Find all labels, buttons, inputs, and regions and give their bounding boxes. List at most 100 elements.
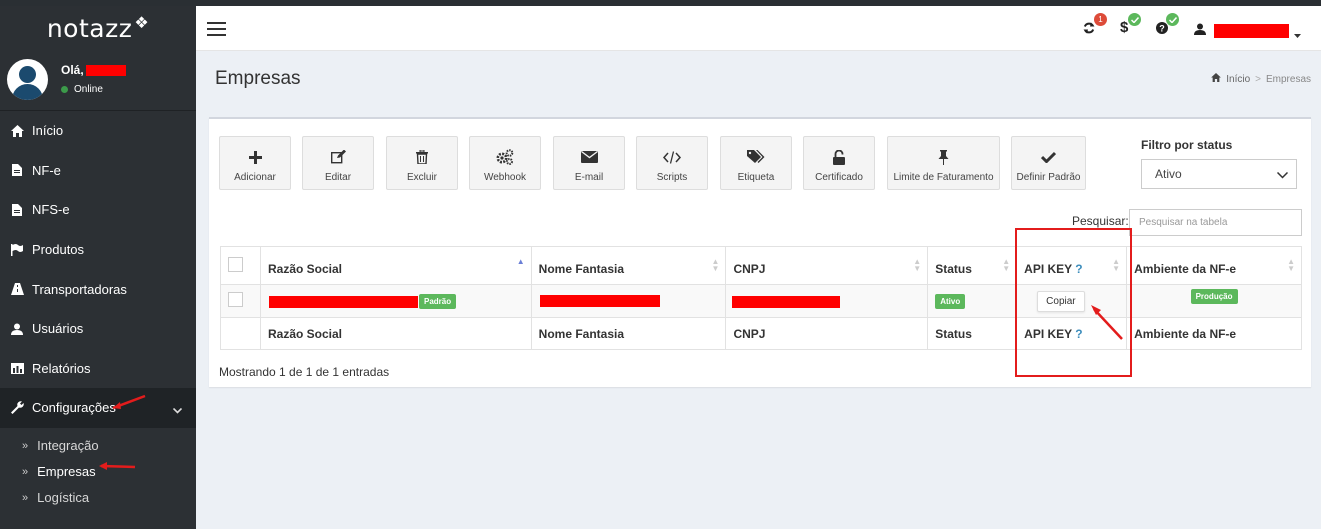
column-header-ambiente[interactable]: Ambiente da NF-e ▲ ▼: [1126, 246, 1302, 285]
double-chevron-right-icon: »: [22, 465, 29, 478]
home-icon: [10, 124, 24, 138]
select-all-cell: [220, 246, 261, 285]
sidebar-subitem-integracao[interactable]: » Integração: [0, 433, 196, 459]
footer-status: Status: [927, 317, 1018, 350]
row-select-cell: [220, 284, 261, 318]
footer-razao-social: Razão Social: [259, 317, 532, 350]
certificate-button[interactable]: Certificado: [803, 136, 875, 190]
sidebar-menu: Início NF-e NFS-e Produtos Transportador…: [0, 111, 196, 428]
footer-nome-fantasia: Nome Fantasia: [530, 317, 727, 350]
status-filter-label: Filtro por status: [1141, 138, 1233, 152]
user-panel: Olá, Online: [0, 51, 196, 111]
logo-mark-icon: ❖: [134, 13, 150, 32]
sidebar-item-nfse[interactable]: NFS-e: [0, 190, 196, 230]
logo-text: notazz: [46, 14, 133, 43]
chart-icon: [10, 361, 24, 375]
sync-icon[interactable]: [1083, 21, 1095, 37]
edit-icon: [330, 148, 346, 166]
add-button[interactable]: Adicionar: [219, 136, 291, 190]
logo[interactable]: notazz ❖: [0, 6, 196, 51]
breadcrumb-home[interactable]: Início: [1226, 74, 1250, 85]
svg-text:?: ?: [1159, 24, 1165, 34]
breadcrumb: Início > Empresas: [1211, 73, 1311, 85]
annotation-arrow-configuracoes: [112, 394, 146, 410]
hamburger-menu-icon[interactable]: [207, 22, 226, 40]
set-default-button[interactable]: Definir Padrão: [1011, 136, 1086, 190]
redacted-username[interactable]: [1214, 24, 1289, 38]
column-header-cnpj[interactable]: CNPJ ▲ ▼: [725, 246, 929, 285]
sync-count-badge: 1: [1094, 13, 1107, 26]
column-header-razao-social[interactable]: Razão Social ▲: [259, 246, 532, 285]
sort-both-icon: ▲ ▼: [1002, 257, 1011, 273]
webhook-button[interactable]: Webhook: [469, 136, 541, 190]
edit-button[interactable]: Editar: [302, 136, 374, 190]
sort-asc-icon: ▲: [516, 257, 525, 266]
column-header-nome-fantasia[interactable]: Nome Fantasia ▲ ▼: [530, 246, 727, 285]
table-header-row: Razão Social ▲ Nome Fantasia ▲ ▼ CNPJ ▲ ▼ Sta…: [220, 246, 1302, 285]
redacted-razao-social: [268, 296, 418, 308]
redacted-cnpj: [732, 296, 841, 308]
status-filter-select[interactable]: Ativo: [1141, 159, 1297, 189]
label-button[interactable]: Etiqueta: [720, 136, 792, 190]
dollar-icon[interactable]: $: [1120, 19, 1128, 36]
sidebar-subitem-logistica[interactable]: » Logística: [0, 485, 196, 511]
user-greeting: Olá,: [61, 63, 126, 77]
sidebar-item-produtos[interactable]: Produtos: [0, 230, 196, 270]
code-icon: [663, 148, 681, 166]
select-all-checkbox[interactable]: [228, 256, 243, 272]
cell-nome-fantasia: [530, 284, 727, 318]
file-icon: [10, 203, 24, 217]
column-header-status[interactable]: Status ▲ ▼: [927, 246, 1018, 285]
online-dot-icon: [61, 86, 68, 93]
sidebar-item-inicio[interactable]: Início: [0, 111, 196, 151]
content-header: Empresas Início > Empresas: [196, 51, 1321, 111]
table-row[interactable]: Padrão Ativo Copiar Produção: [220, 284, 1302, 318]
companies-table: Razão Social ▲ Nome Fantasia ▲ ▼ CNPJ ▲ ▼ Sta…: [220, 246, 1302, 350]
chevron-down-icon: [172, 402, 183, 417]
sidebar-item-usuarios[interactable]: Usuários: [0, 309, 196, 349]
delete-button[interactable]: Excluir: [386, 136, 458, 190]
companies-box: Adicionar Editar Excluir Webhook E-mail …: [209, 117, 1311, 387]
check-badge-icon: [1166, 13, 1179, 26]
unlock-icon: [833, 148, 845, 166]
sidebar-item-nfe[interactable]: NF-e: [0, 151, 196, 191]
breadcrumb-separator: >: [1255, 73, 1261, 85]
topbar: 1 $ ?: [196, 6, 1321, 51]
email-button[interactable]: E-mail: [553, 136, 625, 190]
caret-down-icon[interactable]: [1294, 26, 1301, 42]
row-checkbox[interactable]: [228, 292, 243, 307]
check-icon: [1041, 148, 1056, 166]
sidebar-item-relatorios[interactable]: Relatórios: [0, 349, 196, 389]
file-icon: [10, 163, 24, 177]
double-chevron-right-icon: »: [22, 491, 29, 504]
double-chevron-right-icon: »: [22, 439, 29, 452]
user-status: Online: [61, 84, 103, 95]
redacted-nome-fantasia: [539, 295, 660, 307]
check-badge-icon: [1128, 13, 1141, 26]
breadcrumb-current: Empresas: [1265, 73, 1311, 85]
cell-razao-social: Padrão: [259, 284, 532, 318]
chevron-down-icon: [1276, 168, 1289, 182]
billing-limit-button[interactable]: Limite de Faturamento: [887, 136, 1000, 190]
default-badge: Padrão: [418, 294, 457, 309]
cell-cnpj: [725, 284, 929, 318]
pin-icon: [938, 148, 949, 166]
search-input[interactable]: Pesquisar na tabela: [1129, 209, 1302, 236]
user-menu-icon[interactable]: [1194, 22, 1206, 38]
sidebar-item-transportadoras[interactable]: Transportadoras: [0, 269, 196, 309]
status-badge: Ativo: [935, 294, 966, 309]
envelope-icon: [580, 148, 598, 166]
help-icon[interactable]: ?: [1156, 21, 1168, 37]
cell-ambiente: Produção: [1126, 284, 1302, 318]
cell-status: Ativo: [927, 284, 1018, 318]
tags-icon: [747, 148, 765, 166]
wrench-icon: [10, 401, 24, 415]
scripts-button[interactable]: Scripts: [636, 136, 708, 190]
annotation-arrow-copy: [1091, 305, 1123, 340]
flag-icon: [10, 243, 24, 257]
footer-cnpj: CNPJ: [725, 317, 929, 350]
search-label: Pesquisar:: [1072, 214, 1129, 228]
user-icon: [10, 322, 24, 336]
sidebar-item-configuracoes[interactable]: Configurações: [0, 388, 196, 428]
redacted-name: [85, 64, 126, 76]
